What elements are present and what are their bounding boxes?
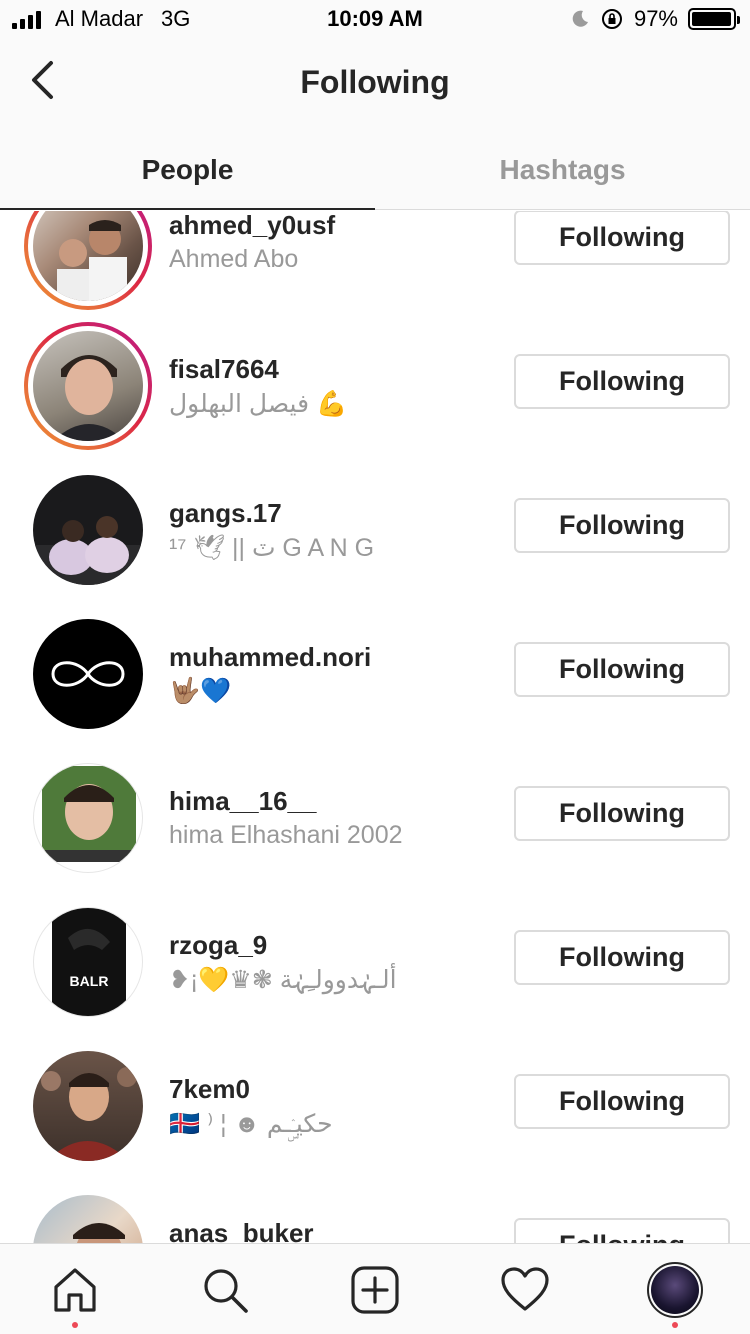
avatar	[33, 763, 143, 873]
battery-icon	[688, 8, 740, 30]
username[interactable]: muhammed.nori	[169, 642, 371, 673]
search-tab[interactable]	[195, 1260, 255, 1320]
battery-percent: 97%	[633, 6, 678, 31]
avatar	[33, 619, 143, 729]
avatar-container[interactable]	[24, 466, 152, 594]
full-name: 🤟🏽💙	[169, 677, 232, 705]
avatar	[33, 1051, 143, 1161]
following-list: ahmed_y0usf Ahmed Abo Following fisal766…	[0, 211, 750, 1243]
tab-people[interactable]: People	[0, 130, 375, 210]
list-item: anas_buker Following	[0, 1182, 750, 1243]
username[interactable]: hima__16__	[169, 786, 316, 817]
username[interactable]: 7kem0	[169, 1074, 250, 1105]
full-name: hima Elhashani 2002	[169, 821, 403, 849]
avatar-container[interactable]: BALR	[24, 898, 152, 1026]
list-item: hima__16__ hima Elhashani 2002 Following	[0, 750, 750, 894]
status-bar: Al Madar 3G 10:09 AM 97%	[0, 0, 750, 40]
heart-icon	[501, 1267, 549, 1311]
avatar-container[interactable]	[24, 1186, 152, 1243]
following-button[interactable]: Following	[514, 930, 730, 985]
list-item: muhammed.nori 🤟🏽💙 Following	[0, 606, 750, 750]
avatar-container[interactable]	[24, 754, 152, 882]
avatar	[33, 1195, 143, 1243]
username[interactable]: fisal7664	[169, 354, 279, 385]
home-icon	[54, 1268, 96, 1312]
full-name: ٽ || 🕊 ¹⁷ G A N G	[169, 534, 375, 562]
avatar-container[interactable]	[24, 1042, 152, 1170]
nav-header: Following	[0, 40, 750, 130]
following-button[interactable]: Following	[514, 786, 730, 841]
username[interactable]: gangs.17	[169, 498, 282, 529]
moon-icon	[572, 10, 588, 27]
list-item: ahmed_y0usf Ahmed Abo Following	[0, 211, 750, 318]
activity-tab[interactable]	[495, 1260, 555, 1320]
avatar	[33, 475, 143, 585]
list-item: BALR rzoga_9 ❥︎¡💛♛❃ ألـہٰدوولـِہٰة Follo…	[0, 894, 750, 1038]
tab-hashtags[interactable]: Hashtags	[375, 130, 750, 209]
list-item: 7kem0 🇮🇸 ⁾ ¦ ☻ حكيـۣۛـم Following	[0, 1038, 750, 1182]
tab-bar-top: People Hashtags	[0, 130, 750, 210]
full-name: ❥︎¡💛♛❃ ألـہٰدوولـِہٰة	[169, 966, 397, 994]
full-name: 🇮🇸 ⁾ ¦ ☻ حكيـۣۛـم	[169, 1110, 333, 1138]
following-button[interactable]: Following	[514, 498, 730, 553]
bottom-tab-bar	[0, 1243, 750, 1334]
notification-dot	[72, 1322, 78, 1328]
story-ring[interactable]	[24, 211, 152, 310]
notification-dot	[672, 1322, 678, 1328]
search-icon	[204, 1269, 248, 1313]
username[interactable]: ahmed_y0usf	[169, 211, 335, 241]
avatar: BALR	[33, 907, 143, 1017]
add-post-icon	[351, 1266, 399, 1314]
list-item: gangs.17 ٽ || 🕊 ¹⁷ G A N G Following	[0, 462, 750, 606]
following-button[interactable]: Following	[514, 211, 730, 265]
avatar	[33, 331, 143, 441]
add-post-tab[interactable]	[345, 1260, 405, 1320]
home-tab[interactable]	[45, 1260, 105, 1328]
profile-tab[interactable]	[645, 1260, 705, 1328]
avatar	[33, 211, 143, 301]
full-name: Ahmed Abo	[169, 245, 299, 273]
profile-icon	[647, 1262, 703, 1318]
rotation-lock-icon	[601, 9, 622, 29]
story-ring[interactable]	[24, 322, 152, 450]
following-button[interactable]: Following	[514, 354, 730, 409]
following-button[interactable]: Following	[514, 1074, 730, 1129]
following-button[interactable]: Following	[514, 642, 730, 697]
following-button[interactable]: Following	[514, 1218, 730, 1243]
username[interactable]: anas_buker	[169, 1218, 314, 1243]
full-name: فيصل البهلول 💪	[169, 390, 348, 418]
svg-text:BALR: BALR	[70, 973, 109, 989]
list-item: fisal7664 فيصل البهلول 💪 Following	[0, 318, 750, 462]
infinity-logo-icon	[51, 661, 125, 687]
avatar-container[interactable]	[24, 610, 152, 738]
username[interactable]: rzoga_9	[169, 930, 267, 961]
page-title: Following	[300, 64, 450, 100]
